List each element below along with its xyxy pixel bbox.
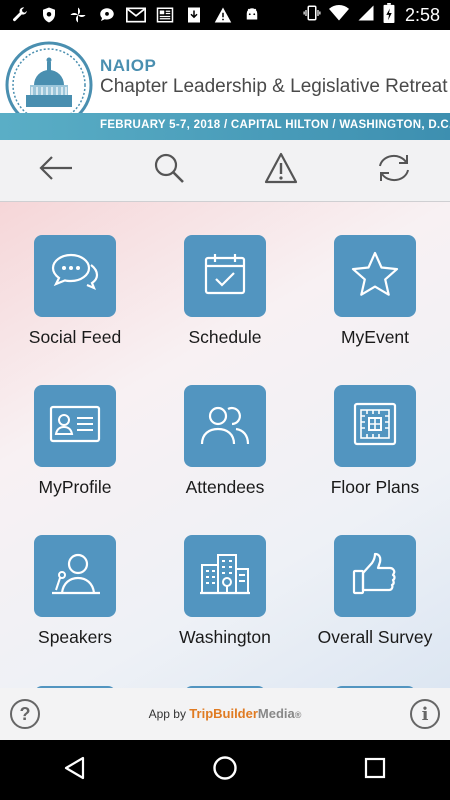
tile-icon-box: [184, 385, 266, 467]
tile-speakers[interactable]: Speakers: [0, 502, 150, 652]
tile-label: Social Feed: [28, 327, 122, 347]
tile-icon-box: [34, 535, 116, 617]
refresh-icon: [374, 152, 414, 189]
tile-social-feed[interactable]: Social Feed: [0, 202, 150, 352]
news-icon: [155, 5, 175, 25]
media-logo-text: Media: [257, 706, 295, 721]
calendar-check-icon: [203, 252, 247, 301]
tile-label: Floor Plans: [330, 477, 420, 497]
home-circle-icon: [212, 755, 238, 786]
id-card-icon: [49, 405, 101, 448]
tile-label: Washington: [179, 627, 271, 647]
tripbuilder-logo-text: TripBuilder: [189, 706, 258, 721]
registered-mark: ®: [294, 710, 302, 720]
nav-back-button[interactable]: [45, 740, 105, 800]
tile-label: MyProfile: [38, 477, 112, 497]
wifi-icon: [328, 4, 349, 27]
notification-icons: [10, 5, 262, 25]
floor-plan-icon: [352, 401, 398, 452]
tile-icon-box: [334, 385, 416, 467]
tile-myevent[interactable]: MyEvent: [300, 202, 450, 352]
pinwheel-icon: [68, 5, 88, 25]
tile-overall-survey[interactable]: Overall Survey: [300, 502, 450, 652]
vibrate-icon: [303, 4, 321, 27]
menu-grid: Social Feed Schedule MyEvent MyProfile A…: [0, 202, 450, 690]
event-header: NAIOP Chapter Leadership & Legislative R…: [0, 30, 450, 140]
tile-icon-box: [334, 235, 416, 317]
app-credit: App by TripBuilderMedia®: [0, 706, 450, 721]
info-icon: i: [421, 703, 429, 725]
battery-icon: [383, 2, 395, 28]
wrench-icon: [10, 5, 30, 25]
tile-label: MyEvent: [340, 327, 410, 347]
recents-square-icon: [364, 757, 386, 784]
tile-icon-box: [34, 385, 116, 467]
back-button[interactable]: [0, 140, 113, 201]
nav-home-button[interactable]: [195, 740, 255, 800]
app-footer: ? App by TripBuilderMedia® i: [0, 688, 450, 740]
shield-icon: [39, 5, 59, 25]
speaker-podium-icon: [48, 551, 102, 602]
chat-icon: [97, 5, 117, 25]
search-button[interactable]: [113, 140, 226, 201]
tile-attendees[interactable]: Attendees: [150, 352, 300, 502]
status-bar: 2:58: [0, 0, 450, 30]
event-title: Chapter Leadership & Legislative Retreat: [100, 76, 448, 97]
clock: 2:58: [404, 4, 440, 25]
search-icon: [153, 152, 185, 189]
system-icons: 2:58: [303, 2, 440, 28]
alerts-button[interactable]: [225, 140, 338, 201]
city-buildings-icon: [198, 551, 252, 602]
tile-washington[interactable]: Washington: [150, 502, 300, 652]
tile-label: Attendees: [185, 477, 265, 497]
info-button[interactable]: i: [410, 699, 440, 729]
credit-prefix: App by: [148, 707, 186, 721]
tile-schedule[interactable]: Schedule: [150, 202, 300, 352]
back-arrow-icon: [38, 154, 74, 187]
alert-icon: [264, 152, 298, 189]
system-navigation-bar: [0, 740, 450, 800]
star-icon: [351, 251, 399, 302]
back-triangle-icon: [63, 756, 87, 785]
android-icon: [242, 5, 262, 25]
thumbs-up-icon: [351, 551, 399, 602]
people-icon: [198, 402, 252, 451]
organization-name: NAIOP: [100, 56, 157, 75]
tile-icon-box: [184, 235, 266, 317]
signal-icon: [357, 4, 375, 27]
chat-bubbles-icon: [49, 252, 101, 301]
tile-floor-plans[interactable]: Floor Plans: [300, 352, 450, 502]
event-dates-location: FEBRUARY 5-7, 2018 / CAPITAL HILTON / WA…: [100, 119, 450, 131]
action-toolbar: [0, 140, 450, 202]
tile-label: Overall Survey: [317, 627, 433, 647]
tile-icon-box: [334, 535, 416, 617]
tile-label: Speakers: [38, 627, 112, 647]
tile-icon-box: [34, 235, 116, 317]
tile-icon-box: [184, 535, 266, 617]
mail-icon: [126, 5, 146, 25]
download-icon: [184, 5, 204, 25]
tile-myprofile[interactable]: MyProfile: [0, 352, 150, 502]
nav-recents-button[interactable]: [345, 740, 405, 800]
warning-icon: [213, 5, 233, 25]
refresh-button[interactable]: [338, 140, 450, 201]
tile-label: Schedule: [188, 327, 262, 347]
